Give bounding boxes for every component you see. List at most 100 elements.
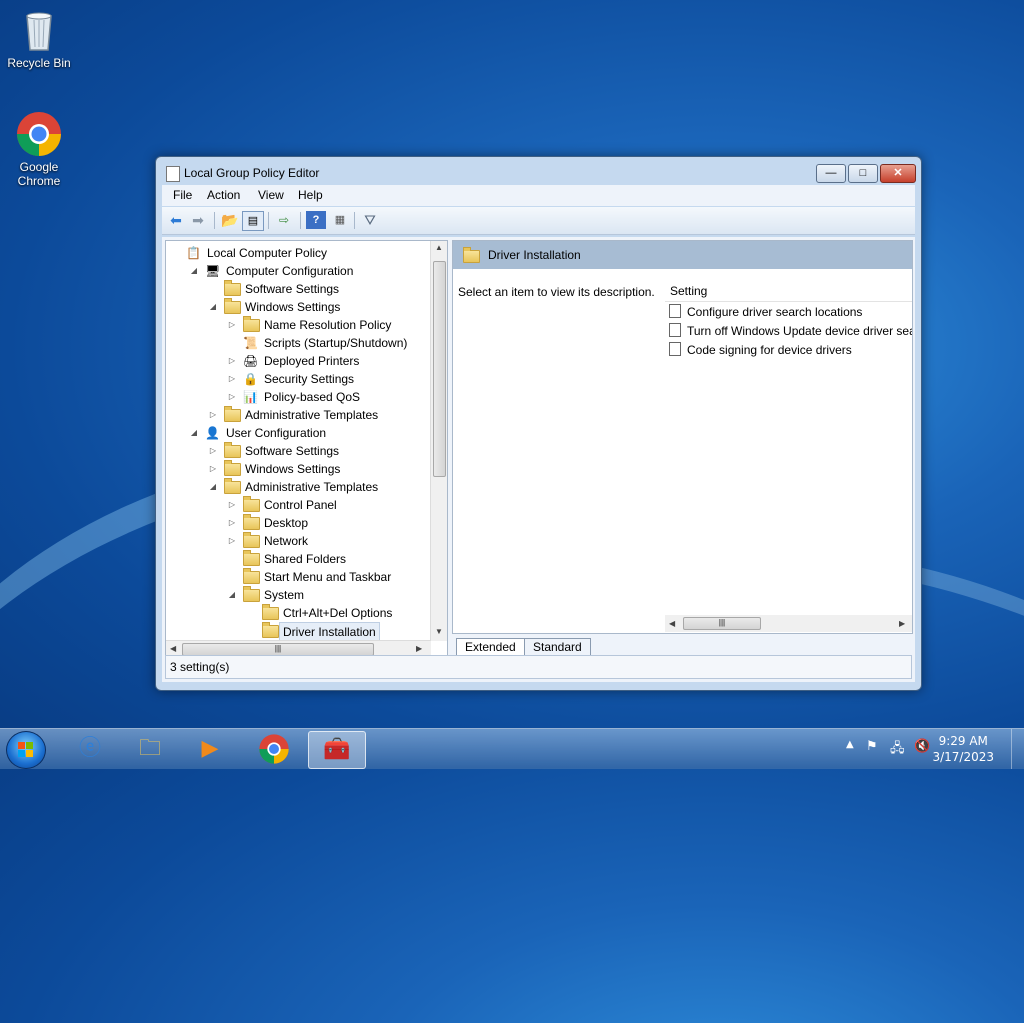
expanded-arrow-icon[interactable]: ◢ [208, 298, 218, 316]
folder-icon [224, 442, 241, 458]
tree-item-label: Start Menu and Taskbar [264, 570, 392, 584]
show-hide-tree-icon[interactable]: ▤ [242, 211, 264, 231]
collapsed-arrow-icon[interactable]: ▷ [208, 460, 218, 478]
tree-item[interactable]: ◢ Administrative Templates [166, 478, 426, 496]
tree-item[interactable]: ◢ 👤 User Configuration [166, 424, 426, 442]
tree-item-label: User Configuration [226, 426, 327, 440]
folder-icon [224, 280, 241, 296]
minimize-button[interactable]: — [816, 164, 846, 183]
expanded-arrow-icon[interactable]: ◢ [227, 586, 237, 604]
show-hidden-icons-icon[interactable]: ▲ [846, 739, 854, 750]
menu-action[interactable]: Action [207, 188, 240, 202]
computer-icon: 🖥 [205, 264, 221, 278]
collapsed-arrow-icon[interactable]: ▷ [227, 352, 237, 370]
tree-item[interactable]: ▷ Administrative Templates [166, 406, 426, 424]
tree-item[interactable]: ▷ 🖨 Deployed Printers [166, 352, 426, 370]
tree-item-label: Shared Folders [264, 552, 347, 566]
tree-item[interactable]: ▷ Windows Settings [166, 460, 426, 478]
tree-vertical-scrollbar[interactable]: ▲ ▼ [430, 241, 447, 641]
menu-help[interactable]: Help [298, 188, 323, 202]
tree-item[interactable]: Driver Installation [166, 622, 426, 642]
title-bar[interactable]: Local Group Policy Editor — □ ✕ [156, 157, 921, 187]
clock-time: 9:29 AM [938, 734, 988, 748]
tree-item[interactable]: ▷ Network [166, 532, 426, 550]
media-player-icon[interactable]: ▶ [182, 731, 238, 767]
desktop-icon-google-chrome[interactable]: Google Chrome [1, 110, 77, 188]
help-icon[interactable]: ? [306, 211, 326, 229]
file-explorer-icon[interactable]: 🗀 [122, 731, 178, 767]
desktop-icon-recycle-bin[interactable]: Recycle Bin [1, 6, 77, 70]
tree-item-label: Windows Settings [245, 300, 341, 314]
tree-item[interactable]: ◢ System [166, 586, 426, 604]
collapsed-arrow-icon[interactable]: ▷ [208, 442, 218, 460]
tree-item[interactable]: 📜 Scripts (Startup/Shutdown) [166, 334, 426, 352]
tree-item[interactable]: ◢ 🖥 Computer Configuration [166, 262, 426, 280]
details-horizontal-scrollbar[interactable]: ◀ ||| ▶ [665, 615, 912, 632]
tree-vertical-scroll-thumb[interactable] [433, 261, 446, 477]
tree-item[interactable]: ◢ Windows Settings [166, 298, 426, 316]
collapsed-arrow-icon[interactable]: ▷ [227, 316, 237, 334]
volume-muted-icon[interactable]: 🔇 [914, 739, 930, 754]
expanded-arrow-icon[interactable]: ◢ [208, 478, 218, 496]
export-list-icon[interactable]: ⇨ [274, 211, 294, 229]
folder-icon [243, 568, 260, 584]
desktop-icon-label: Recycle Bin [7, 56, 71, 70]
tree-item-label: Security Settings [264, 372, 355, 386]
policy-tree[interactable]: 📋 Local Computer Policy ◢ 🖥 Computer Configu… [165, 240, 448, 658]
collapsed-arrow-icon[interactable]: ▷ [227, 496, 237, 514]
clock-date: 3/17/2023 [932, 750, 994, 764]
close-button[interactable]: ✕ [880, 164, 916, 183]
expanded-arrow-icon[interactable]: ◢ [189, 262, 199, 280]
gpedit-icon [166, 166, 180, 182]
collapsed-arrow-icon[interactable]: ▷ [227, 514, 237, 532]
internet-explorer-icon[interactable]: ⓔ [62, 731, 118, 767]
menu-view[interactable]: View [258, 188, 284, 202]
setting-row[interactable]: Code signing for device drivers [669, 341, 852, 359]
tree-item[interactable]: Software Settings [166, 280, 426, 298]
details-horizontal-scroll-thumb[interactable]: ||| [683, 617, 761, 630]
setting-row[interactable]: Configure driver search locations [669, 303, 862, 321]
back-icon[interactable]: ⬅ [166, 211, 186, 229]
collapsed-arrow-icon[interactable]: ▷ [227, 388, 237, 406]
action-center-flag-icon[interactable]: ⚑ [866, 739, 878, 754]
up-folder-icon[interactable]: 📂 [220, 211, 240, 229]
tree-item[interactable]: ▷ Name Resolution Policy [166, 316, 426, 334]
policy-setting-icon [669, 342, 681, 356]
tree-item[interactable]: Ctrl+Alt+Del Options [166, 604, 426, 622]
collapsed-arrow-icon[interactable]: ▷ [227, 532, 237, 550]
tree-item[interactable]: ▷ 📊 Policy-based QoS [166, 388, 426, 406]
maximize-button[interactable]: □ [848, 164, 878, 183]
folder-icon [224, 478, 241, 494]
folder-icon [243, 550, 260, 566]
chart-icon: 📊 [243, 390, 258, 404]
collapsed-arrow-icon[interactable]: ▷ [208, 406, 218, 424]
forward-icon[interactable]: ➡ [188, 211, 208, 229]
tree-item[interactable]: Start Menu and Taskbar [166, 568, 426, 586]
group-policy-editor-icon[interactable]: 🧰 [308, 731, 366, 769]
setting-row[interactable]: Turn off Windows Update device driver se… [669, 322, 912, 340]
properties-icon[interactable]: ▦ [330, 211, 350, 229]
policy-icon: 📋 [186, 246, 201, 260]
tree-item[interactable]: ▷ Control Panel [166, 496, 426, 514]
network-icon[interactable]: 🖧 [890, 739, 905, 761]
group-policy-editor-window: Local Group Policy Editor — □ ✕ File Act… [155, 156, 922, 691]
show-desktop-button[interactable] [1011, 729, 1024, 769]
status-text: 3 setting(s) [170, 660, 230, 674]
clock[interactable]: 9:29 AM 3/17/2023 [932, 733, 994, 765]
expanded-arrow-icon[interactable]: ◢ [189, 424, 199, 442]
tree-item[interactable]: ▷ Desktop [166, 514, 426, 532]
window-title: Local Group Policy Editor [184, 166, 320, 180]
tree-item[interactable]: Shared Folders [166, 550, 426, 568]
filter-icon[interactable]: ⛛ [360, 211, 380, 229]
tree-item[interactable]: ▷ Software Settings [166, 442, 426, 460]
collapsed-arrow-icon[interactable]: ▷ [227, 370, 237, 388]
start-button[interactable] [6, 731, 46, 769]
tree-item[interactable]: 📋 Local Computer Policy [166, 244, 426, 262]
description-text: Select an item to view its description. [458, 285, 655, 299]
menu-bar: File Action View Help [162, 185, 915, 206]
menu-file[interactable]: File [173, 188, 192, 202]
tree-item[interactable]: ▷ 🔒 Security Settings [166, 370, 426, 388]
chrome-icon[interactable] [246, 731, 302, 767]
security-icon: 🔒 [243, 372, 258, 386]
column-header-setting[interactable]: Setting [665, 281, 912, 302]
